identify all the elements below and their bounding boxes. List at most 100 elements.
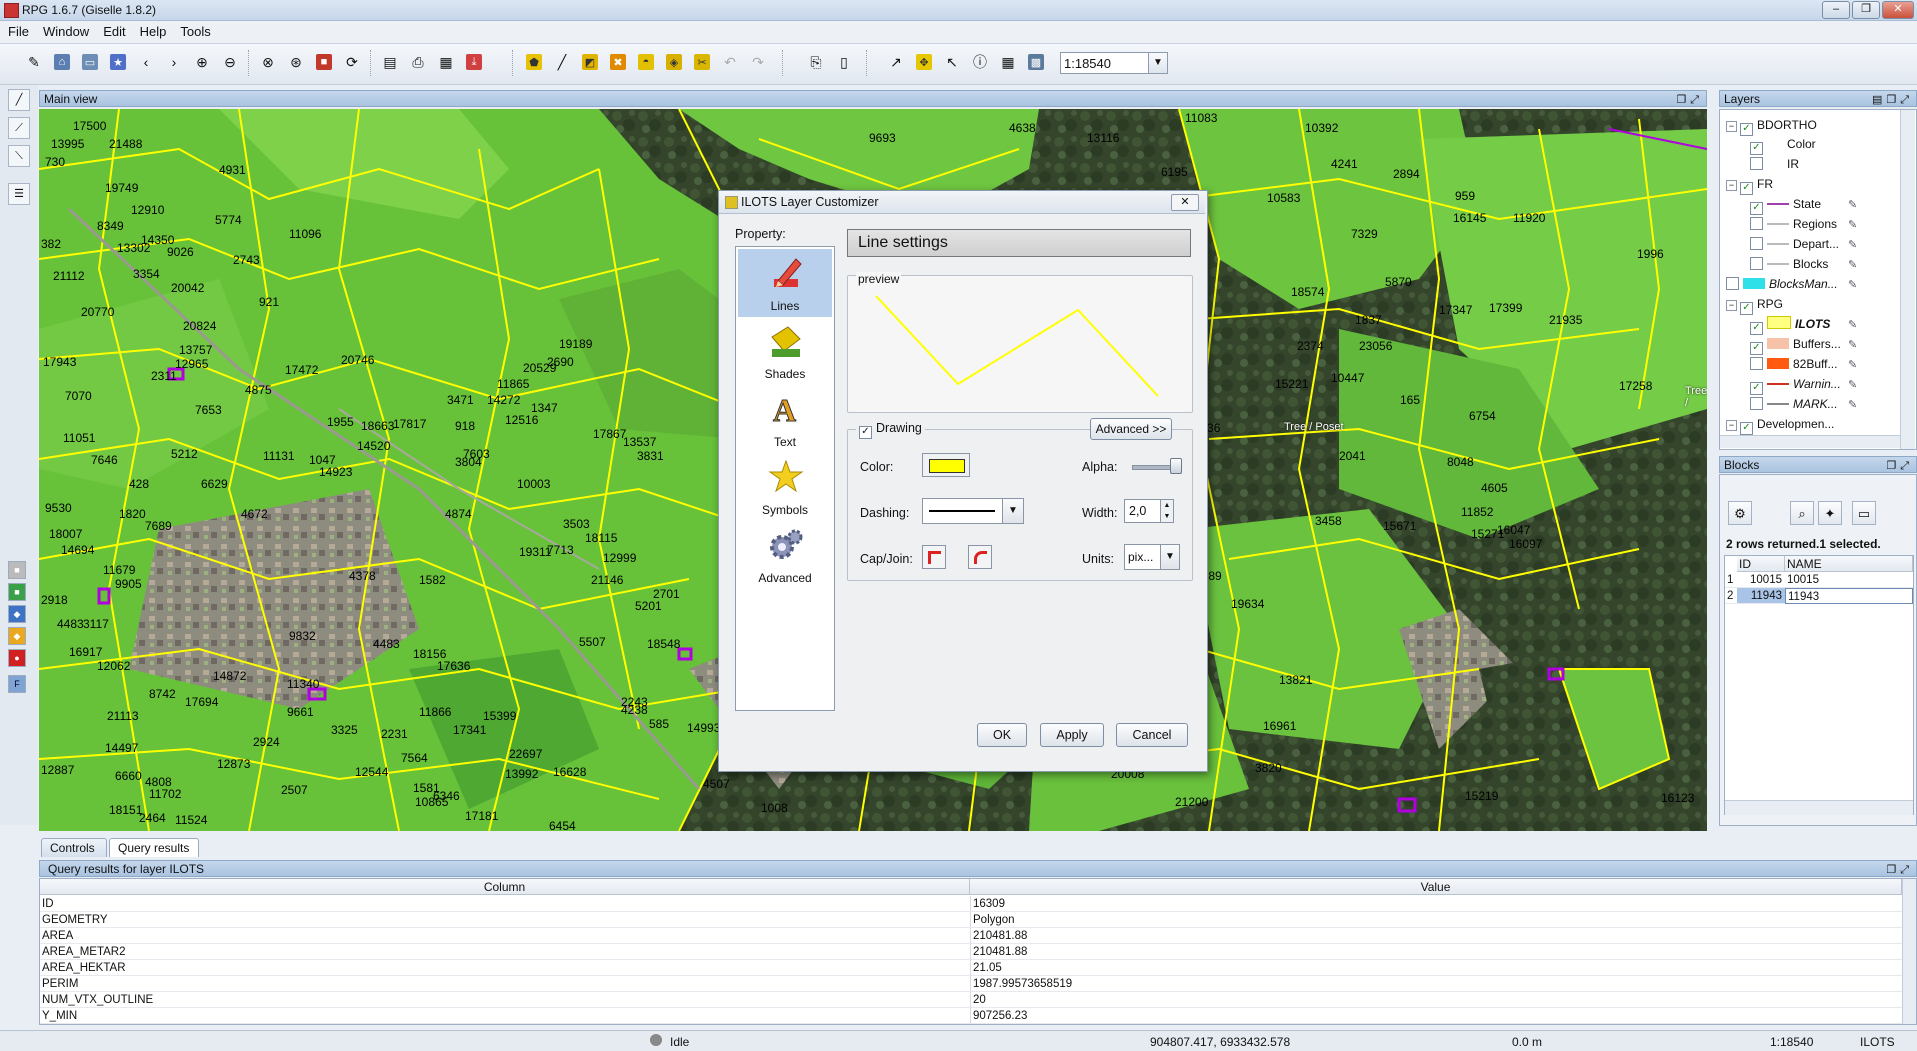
property-shades[interactable]: Shades <box>738 317 832 385</box>
layer-ir[interactable]: IR <box>1750 155 1799 173</box>
cancel-button[interactable]: Cancel <box>1116 723 1188 747</box>
table-row-value[interactable]: 1987.99573658519 <box>970 976 1902 992</box>
table-row[interactable]: Y_MIN <box>40 1008 970 1024</box>
edit-layer-icon[interactable]: ✎ <box>1848 378 1857 391</box>
green-swatch-icon[interactable]: ■ <box>8 583 26 601</box>
table-row[interactable]: AREA_HEKTAR <box>40 960 970 976</box>
col-id[interactable]: ID <box>1737 556 1785 572</box>
layer-depart[interactable]: Depart... <box>1750 235 1839 253</box>
draw-segment-icon[interactable]: ⟍ <box>8 145 30 167</box>
zoom-out-icon[interactable]: ⊖ <box>218 50 242 74</box>
close-icon[interactable]: ✕ <box>1171 194 1199 211</box>
table-row[interactable]: AREA_METAR2 <box>40 944 970 960</box>
tab-controls[interactable]: Controls <box>41 838 107 857</box>
edit-layer-icon[interactable]: ✎ <box>1848 258 1857 271</box>
blue-swatch-icon[interactable]: ◆ <box>8 605 26 623</box>
property-text[interactable]: A Text <box>738 385 832 453</box>
table-row-value[interactable]: 20 <box>970 992 1902 1008</box>
layer-development[interactable]: − ✓ Developmen... <box>1726 415 1834 435</box>
chevron-down-icon[interactable]: ▼ <box>1002 499 1023 523</box>
panel-window-buttons[interactable]: ▤❐⤢ <box>1872 92 1913 108</box>
split-icon[interactable]: ◓ <box>634 50 658 74</box>
edit-layer-icon[interactable]: ✎ <box>1848 278 1857 291</box>
panel-window-buttons[interactable]: ❐⤢ <box>1676 92 1703 108</box>
edit-layer-icon[interactable]: ✎ <box>1848 198 1857 211</box>
merge-icon[interactable]: ◈ <box>662 50 686 74</box>
layer-rpg[interactable]: − ✓ RPG <box>1726 295 1783 315</box>
table-row[interactable]: AREA <box>40 928 970 944</box>
drawing-checkbox[interactable]: ✓ <box>859 426 872 439</box>
print-preview-icon[interactable]: ▦ <box>434 50 458 74</box>
layer-buffers[interactable]: ✓ Buffers... <box>1750 335 1841 355</box>
draw-line-icon[interactable]: ╱ <box>8 89 30 111</box>
print-icon[interactable]: ⎙ <box>406 50 430 74</box>
gray-swatch-icon[interactable]: ■ <box>8 561 26 579</box>
width-spinner[interactable]: 2,0 ▲ ▼ <box>1124 499 1174 523</box>
menu-file[interactable]: File <box>0 21 35 39</box>
table-row-value[interactable]: 210481.88 <box>970 928 1902 944</box>
table-row[interactable]: ID <box>40 896 970 912</box>
edit-layer-icon[interactable]: ✎ <box>1848 238 1857 251</box>
folder-icon[interactable]: ▭ <box>1852 501 1876 525</box>
pencil-icon[interactable]: ✎ <box>22 50 46 74</box>
chart-icon[interactable]: ↗ <box>884 50 908 74</box>
layer-manager-icon[interactable]: ▩ <box>1024 50 1048 74</box>
extent-icon[interactable]: ■ <box>312 50 336 74</box>
edit-layer-icon[interactable]: ✎ <box>1848 398 1857 411</box>
search-icon[interactable]: ⌕ <box>1790 501 1814 525</box>
maximize-button[interactable]: ❐ <box>1852 1 1880 19</box>
line-draw-icon[interactable]: ╱ <box>550 50 574 74</box>
layer-ilots[interactable]: ✓ ILOTS <box>1750 315 1830 335</box>
drawing-toggle[interactable]: ✓ Drawing <box>856 421 925 439</box>
layer-color[interactable]: ✓ Color <box>1750 135 1816 155</box>
tab-query-results[interactable]: Query results <box>109 838 199 857</box>
apply-button[interactable]: Apply <box>1040 723 1104 747</box>
export-pdf-icon[interactable]: ⤓ <box>462 50 486 74</box>
spinner-arrows-icon[interactable]: ▲ ▼ <box>1160 500 1173 522</box>
layer-bdortho[interactable]: − ✓ BDORTHO <box>1726 116 1817 136</box>
draw-polyline-icon[interactable]: ⟋ <box>8 117 30 139</box>
table-row-value[interactable]: 907256.23 <box>970 1008 1902 1024</box>
table-row-value[interactable]: 16309 <box>970 896 1902 912</box>
close-button[interactable]: ✕ <box>1882 1 1914 19</box>
property-lines[interactable]: Lines <box>738 249 832 317</box>
layer-warnin[interactable]: ✓ Warnin... <box>1750 375 1841 395</box>
forward-arrow-icon[interactable]: › <box>162 50 186 74</box>
menu-tools[interactable]: Tools <box>172 21 216 39</box>
redo-icon[interactable]: ↷ <box>746 50 770 74</box>
table-row-value[interactable]: Polygon <box>970 912 1902 928</box>
info-icon[interactable]: ⓘ <box>968 50 992 74</box>
map-zoom-icon[interactable]: ⌂ <box>50 50 74 74</box>
table-row[interactable]: PERIM <box>40 976 970 992</box>
property-symbols[interactable]: Symbols <box>738 453 832 521</box>
select-tool-icon[interactable]: ✥ <box>912 50 936 74</box>
table-icon[interactable]: ▦ <box>996 50 1020 74</box>
table-row-value[interactable]: 210481.88 <box>970 944 1902 960</box>
property-advanced[interactable]: Advanced <box>738 521 832 589</box>
document-icon[interactable]: ▤ <box>378 50 402 74</box>
new-page-icon[interactable]: ▯ <box>832 50 856 74</box>
favorite-star-icon[interactable]: ★ <box>106 50 130 74</box>
layer-regions[interactable]: Regions <box>1750 215 1837 233</box>
table-row[interactable]: 10015 <box>1785 572 1913 588</box>
layer-state[interactable]: ✓ State <box>1750 195 1821 215</box>
delete-shape-icon[interactable]: ✖ <box>606 50 630 74</box>
red-swatch-icon[interactable]: ● <box>8 649 26 667</box>
col-value[interactable]: Value <box>970 879 1902 895</box>
reshape-icon[interactable]: ✂ <box>690 50 714 74</box>
layer-blocksman[interactable]: BlocksMan... <box>1726 275 1838 293</box>
identify-arrow-icon[interactable]: ↖ <box>940 50 964 74</box>
pan-icon[interactable]: ⊗ <box>256 50 280 74</box>
filter-icon[interactable]: F <box>8 675 26 693</box>
zoom-in-icon[interactable]: ⊕ <box>190 50 214 74</box>
layer-mark[interactable]: MARK... <box>1750 395 1838 413</box>
xy-icon[interactable]: ⊛ <box>284 50 308 74</box>
col-column[interactable]: Column <box>40 879 970 895</box>
polygon-icon[interactable]: ⬟ <box>522 50 546 74</box>
join-button[interactable] <box>968 545 992 569</box>
advanced-button[interactable]: Advanced >> <box>1090 418 1172 440</box>
table-row-value[interactable]: 21.05 <box>970 960 1902 976</box>
table-row[interactable]: GEOMETRY <box>40 912 970 928</box>
menu-window[interactable]: Window <box>35 21 95 39</box>
edit-layer-icon[interactable]: ✎ <box>1848 318 1857 331</box>
